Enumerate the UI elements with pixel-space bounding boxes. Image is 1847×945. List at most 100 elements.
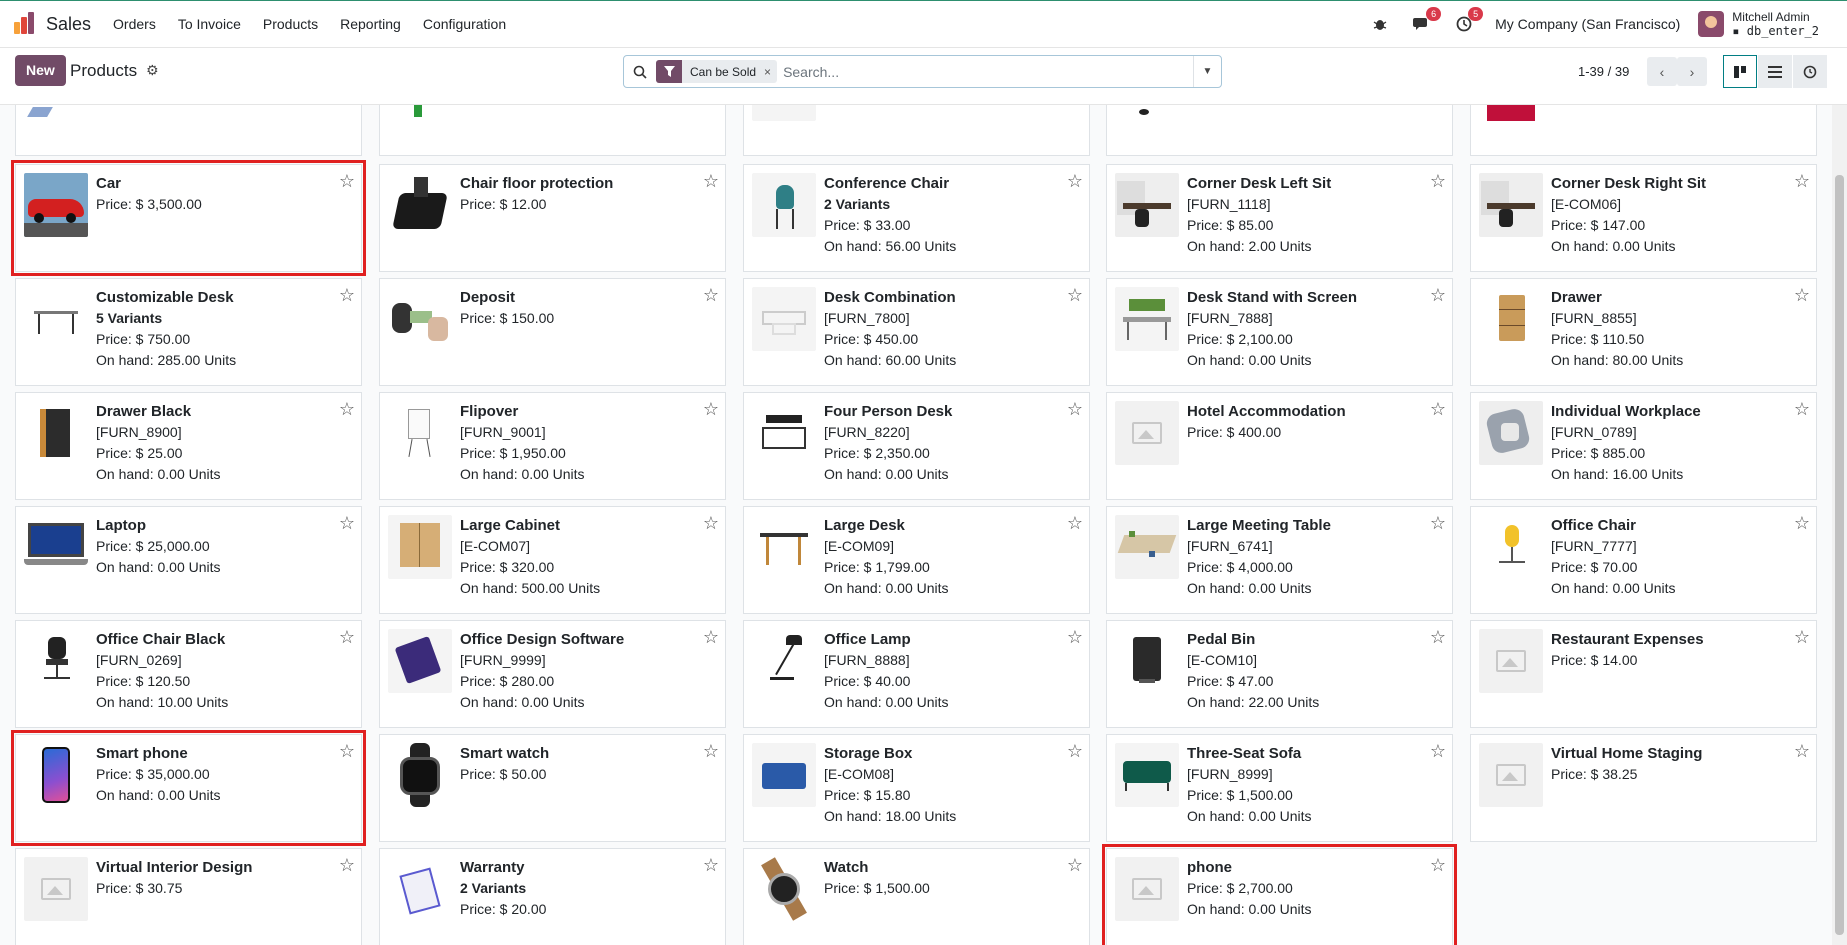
product-card[interactable]: Corner Desk Left Sit [FURN_1118] Price: $ … — [1106, 164, 1453, 272]
favorite-star-icon[interactable]: ☆ — [1067, 171, 1083, 192]
favorite-star-icon[interactable]: ☆ — [339, 855, 355, 876]
favorite-star-icon[interactable]: ☆ — [1794, 285, 1810, 306]
product-card[interactable]: Office Lamp [FURN_8888] Price: $ 40.00 On h… — [743, 620, 1090, 728]
favorite-star-icon[interactable]: ☆ — [339, 627, 355, 648]
product-card[interactable]: Watch Price: $ 1,500.00 ☆ — [743, 848, 1090, 945]
product-card[interactable]: Smart phone Price: $ 35,000.00 On hand: 0.… — [11, 730, 366, 846]
product-card[interactable]: Conference Chair 2 Variants Price: $ 33.00… — [743, 164, 1090, 272]
menu-to-invoice[interactable]: To Invoice — [178, 16, 241, 32]
favorite-star-icon[interactable]: ☆ — [1067, 399, 1083, 420]
favorite-star-icon[interactable]: ☆ — [339, 285, 355, 306]
product-info: Chair floor protection Price: $ 12.00 — [460, 173, 691, 215]
product-card[interactable]: Price: $ 295.00On hand: 16.00 Units — [15, 105, 362, 156]
favorite-star-icon[interactable]: ☆ — [1794, 171, 1810, 192]
favorite-star-icon[interactable]: ☆ — [1794, 513, 1810, 534]
app-title[interactable]: Sales — [46, 14, 91, 35]
product-card[interactable]: Drawer [FURN_8855] Price: $ 110.50 On hand:… — [1470, 278, 1817, 386]
user-avatar[interactable] — [1698, 11, 1725, 37]
favorite-star-icon[interactable]: ☆ — [1430, 627, 1446, 648]
menu-products[interactable]: Products — [263, 16, 318, 32]
product-card[interactable]: Storage Box [E-COM08] Price: $ 15.80 On han… — [743, 734, 1090, 842]
favorite-star-icon[interactable]: ☆ — [1794, 627, 1810, 648]
kanban-view-button[interactable] — [1723, 55, 1757, 88]
product-card[interactable]: Office Chair [FURN_7777] Price: $ 70.00 On … — [1470, 506, 1817, 614]
list-view-button[interactable] — [1758, 55, 1792, 88]
product-card[interactable]: Price: $ 140.00On hand: 33.00 Units — [743, 105, 1090, 156]
pager-previous-button[interactable]: ‹ — [1647, 57, 1677, 86]
product-card[interactable] — [379, 105, 726, 156]
product-card[interactable]: Deposit Price: $ 150.00 ☆ — [379, 278, 726, 386]
activity-view-button[interactable] — [1793, 55, 1827, 88]
favorite-star-icon[interactable]: ☆ — [339, 741, 355, 762]
favorite-star-icon[interactable]: ☆ — [703, 627, 719, 648]
favorite-star-icon[interactable]: ☆ — [1430, 513, 1446, 534]
product-card[interactable]: Flipover [FURN_9001] Price: $ 1,950.00 On h… — [379, 392, 726, 500]
favorite-star-icon[interactable]: ☆ — [703, 399, 719, 420]
pager-next-button[interactable]: › — [1677, 57, 1707, 86]
company-switcher[interactable]: My Company (San Francisco) — [1495, 16, 1680, 32]
gear-icon[interactable]: ⚙ — [146, 62, 159, 79]
menu-configuration[interactable]: Configuration — [423, 16, 506, 32]
sales-app-icon[interactable] — [14, 12, 36, 35]
product-card[interactable]: Pedal Bin [E-COM10] Price: $ 47.00 On hand:… — [1106, 620, 1453, 728]
product-card[interactable]: Virtual Home Staging Price: $ 38.25 ☆ — [1470, 734, 1817, 842]
user-menu[interactable]: Mitchell Admin ▪ db_enter_2 — [1732, 10, 1819, 38]
product-card[interactable]: Corner Desk Right Sit [E-COM06] Price: $ 1… — [1470, 164, 1817, 272]
product-card[interactable]: Large Cabinet [E-COM07] Price: $ 320.00 On … — [379, 506, 726, 614]
product-card[interactable] — [1470, 105, 1817, 156]
favorite-star-icon[interactable]: ☆ — [1067, 627, 1083, 648]
product-card[interactable]: Chair floor protection Price: $ 12.00 ☆ — [379, 164, 726, 272]
favorite-star-icon[interactable]: ☆ — [1794, 399, 1810, 420]
favorite-star-icon[interactable]: ☆ — [1430, 855, 1446, 876]
remove-facet-icon[interactable]: × — [764, 65, 777, 79]
favorite-star-icon[interactable]: ☆ — [703, 171, 719, 192]
product-card[interactable]: Large Desk [E-COM09] Price: $ 1,799.00 On h… — [743, 506, 1090, 614]
favorite-star-icon[interactable]: ☆ — [703, 285, 719, 306]
new-button[interactable]: New — [15, 55, 66, 86]
product-card[interactable]: Office Design Software [FURN_9999] Price: … — [379, 620, 726, 728]
favorite-star-icon[interactable]: ☆ — [703, 513, 719, 534]
favorite-star-icon[interactable]: ☆ — [703, 855, 719, 876]
favorite-star-icon[interactable]: ☆ — [1794, 741, 1810, 762]
product-card[interactable]: Customizable Desk 5 Variants Price: $ 750.… — [15, 278, 362, 386]
messages-icon[interactable]: 6 — [1411, 7, 1442, 35]
product-card[interactable]: Virtual Interior Design Price: $ 30.75 ☆ — [15, 848, 362, 945]
activities-clock-icon[interactable]: 5 — [1453, 7, 1484, 35]
product-card[interactable]: Hotel Accommodation Price: $ 400.00 ☆ — [1106, 392, 1453, 500]
product-card[interactable]: Desk Combination [FURN_7800] Price: $ 450.… — [743, 278, 1090, 386]
pager-value[interactable]: 1-39 / 39 — [1578, 64, 1629, 79]
favorite-star-icon[interactable]: ☆ — [1430, 171, 1446, 192]
favorite-star-icon[interactable]: ☆ — [1430, 285, 1446, 306]
product-card[interactable]: Individual Workplace [FURN_0789] Price: $ … — [1470, 392, 1817, 500]
product-card[interactable]: Four Person Desk [FURN_8220] Price: $ 2,35… — [743, 392, 1090, 500]
favorite-star-icon[interactable]: ☆ — [1067, 741, 1083, 762]
product-card[interactable]: Price: $ 100.00On hand: 90.00 Units — [1106, 105, 1453, 156]
product-card[interactable]: Drawer Black [FURN_8900] Price: $ 25.00 On … — [15, 392, 362, 500]
product-card[interactable]: Office Chair Black [FURN_0269] Price: $ 12… — [15, 620, 362, 728]
favorite-star-icon[interactable]: ☆ — [339, 399, 355, 420]
menu-reporting[interactable]: Reporting — [340, 16, 401, 32]
product-card[interactable]: Warranty 2 Variants Price: $ 20.00 ☆ — [379, 848, 726, 945]
favorite-star-icon[interactable]: ☆ — [339, 171, 355, 192]
favorite-star-icon[interactable]: ☆ — [1067, 855, 1083, 876]
product-card[interactable]: Large Meeting Table [FURN_6741] Price: $ 4… — [1106, 506, 1453, 614]
favorite-star-icon[interactable]: ☆ — [703, 741, 719, 762]
debug-bug-icon[interactable] — [1369, 13, 1391, 35]
scrollbar[interactable] — [1832, 105, 1847, 945]
search-options-toggle[interactable]: ▼ — [1193, 56, 1221, 87]
product-card[interactable]: Restaurant Expenses Price: $ 14.00 ☆ — [1470, 620, 1817, 728]
menu-orders[interactable]: Orders — [113, 16, 156, 32]
search-input[interactable] — [783, 56, 1193, 87]
product-card[interactable]: Three-Seat Sofa [FURN_8999] Price: $ 1,500… — [1106, 734, 1453, 842]
filter-facet[interactable]: Can be Sold × — [656, 60, 778, 83]
favorite-star-icon[interactable]: ☆ — [1430, 741, 1446, 762]
product-card[interactable]: phone Price: $ 2,700.00 On hand: 0.00 Unit… — [1102, 844, 1457, 945]
product-card[interactable]: Laptop Price: $ 25,000.00 On hand: 0.00 Un… — [15, 506, 362, 614]
favorite-star-icon[interactable]: ☆ — [1430, 399, 1446, 420]
product-card[interactable]: Car Price: $ 3,500.00 ☆ — [11, 160, 366, 276]
product-card[interactable]: Smart watch Price: $ 50.00 ☆ — [379, 734, 726, 842]
favorite-star-icon[interactable]: ☆ — [1067, 513, 1083, 534]
favorite-star-icon[interactable]: ☆ — [339, 513, 355, 534]
product-card[interactable]: Desk Stand with Screen [FURN_7888] Price: … — [1106, 278, 1453, 386]
favorite-star-icon[interactable]: ☆ — [1067, 285, 1083, 306]
